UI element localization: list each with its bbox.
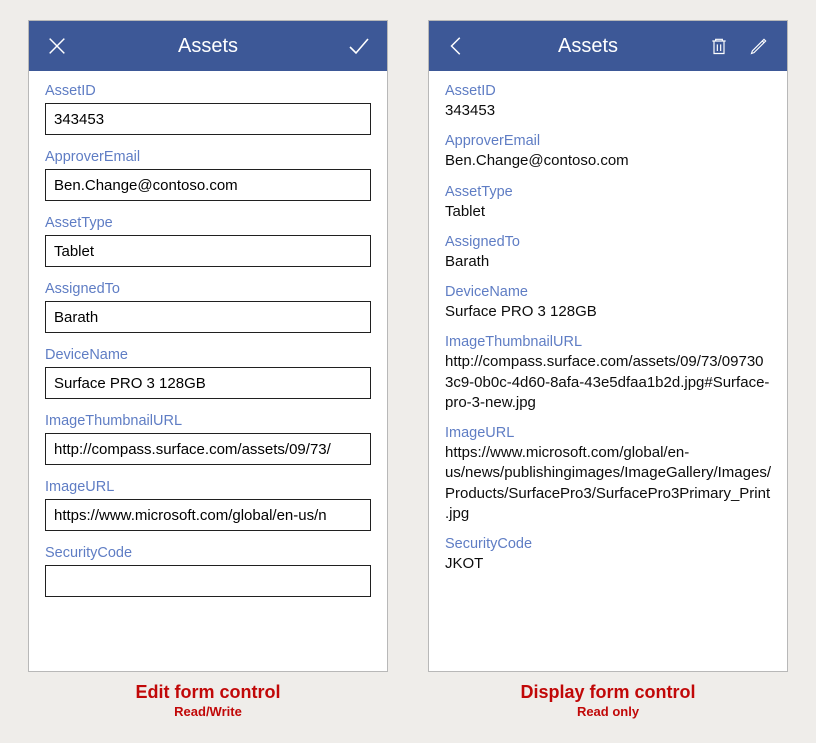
- field-label: AssetID: [45, 83, 371, 99]
- assigned-to-input[interactable]: [45, 301, 371, 333]
- caption-subtitle: Read only: [520, 704, 695, 721]
- display-form-caption: Display form control Read only: [520, 682, 695, 720]
- field-label: ApproverEmail: [45, 149, 371, 165]
- field-security-code: SecurityCode JKOT: [445, 536, 771, 574]
- edit-form-title: Assets: [71, 35, 345, 58]
- approver-email-input[interactable]: [45, 169, 371, 201]
- close-icon[interactable]: [43, 32, 71, 60]
- asset-type-input[interactable]: [45, 235, 371, 267]
- field-asset-id: AssetID 343453: [445, 83, 771, 121]
- edit-form-body: AssetID ApproverEmail AssetType Assigned…: [29, 71, 387, 671]
- image-url-value: https://www.microsoft.com/global/en-us/n…: [445, 443, 771, 524]
- caption-title: Display form control: [520, 682, 695, 704]
- display-form-body: AssetID 343453 ApproverEmail Ben.Change@…: [429, 71, 787, 671]
- field-approver-email: ApproverEmail Ben.Change@contoso.com: [445, 133, 771, 171]
- field-image-thumbnail-url: ImageThumbnailURL http://compass.surface…: [445, 334, 771, 413]
- asset-id-value: 343453: [445, 101, 771, 121]
- security-code-input[interactable]: [45, 565, 371, 597]
- field-label: ImageURL: [445, 425, 771, 441]
- asset-id-input[interactable]: [45, 103, 371, 135]
- edit-form-titlebar: Assets: [29, 21, 387, 71]
- field-label: ApproverEmail: [445, 133, 771, 149]
- display-form-titlebar: Assets: [429, 21, 787, 71]
- field-device-name: DeviceName: [45, 347, 371, 399]
- field-label: AssignedTo: [445, 234, 771, 250]
- image-thumbnail-url-input[interactable]: [45, 433, 371, 465]
- field-device-name: DeviceName Surface PRO 3 128GB: [445, 284, 771, 322]
- field-security-code: SecurityCode: [45, 545, 371, 597]
- delete-icon[interactable]: [705, 32, 733, 60]
- image-url-input[interactable]: [45, 499, 371, 531]
- field-asset-id: AssetID: [45, 83, 371, 135]
- device-name-value: Surface PRO 3 128GB: [445, 302, 771, 322]
- caption-subtitle: Read/Write: [136, 704, 281, 721]
- field-label: ImageURL: [45, 479, 371, 495]
- security-code-value: JKOT: [445, 554, 771, 574]
- field-label: AssignedTo: [45, 281, 371, 297]
- field-label: AssetID: [445, 83, 771, 99]
- image-thumbnail-url-value: http://compass.surface.com/assets/09/73/…: [445, 352, 771, 413]
- submit-icon[interactable]: [345, 32, 373, 60]
- field-image-thumbnail-url: ImageThumbnailURL: [45, 413, 371, 465]
- field-label: SecurityCode: [45, 545, 371, 561]
- field-asset-type: AssetType Tablet: [445, 184, 771, 222]
- field-assigned-to: AssignedTo Barath: [445, 234, 771, 272]
- back-icon[interactable]: [443, 32, 471, 60]
- field-image-url: ImageURL: [45, 479, 371, 531]
- field-label: ImageThumbnailURL: [45, 413, 371, 429]
- edit-icon[interactable]: [745, 32, 773, 60]
- device-name-input[interactable]: [45, 367, 371, 399]
- field-label: DeviceName: [445, 284, 771, 300]
- field-label: AssetType: [45, 215, 371, 231]
- field-assigned-to: AssignedTo: [45, 281, 371, 333]
- edit-form-panel: Assets AssetID ApproverEmail AssetType A…: [28, 20, 388, 720]
- field-label: ImageThumbnailURL: [445, 334, 771, 350]
- display-form-screen: Assets AssetID 343453 ApproverEmail Ben.…: [428, 20, 788, 672]
- field-label: AssetType: [445, 184, 771, 200]
- caption-title: Edit form control: [136, 682, 281, 704]
- field-label: SecurityCode: [445, 536, 771, 552]
- edit-form-screen: Assets AssetID ApproverEmail AssetType A…: [28, 20, 388, 672]
- asset-type-value: Tablet: [445, 202, 771, 222]
- field-label: DeviceName: [45, 347, 371, 363]
- field-image-url: ImageURL https://www.microsoft.com/globa…: [445, 425, 771, 524]
- field-approver-email: ApproverEmail: [45, 149, 371, 201]
- display-form-panel: Assets AssetID 343453 ApproverEmail Ben.…: [428, 20, 788, 720]
- display-form-title: Assets: [471, 35, 705, 58]
- edit-form-caption: Edit form control Read/Write: [136, 682, 281, 720]
- approver-email-value: Ben.Change@contoso.com: [445, 151, 771, 171]
- assigned-to-value: Barath: [445, 252, 771, 272]
- field-asset-type: AssetType: [45, 215, 371, 267]
